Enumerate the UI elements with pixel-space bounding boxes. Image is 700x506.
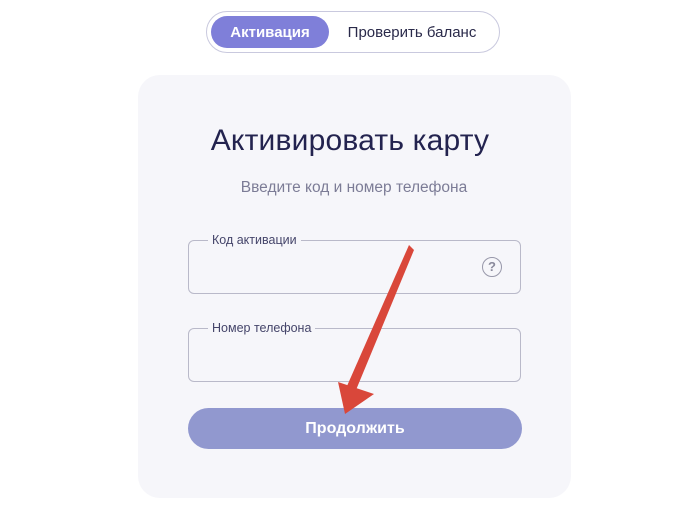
continue-button[interactable]: Продолжить [188,408,522,449]
activation-code-label: Код активации [208,232,301,248]
phone-number-input[interactable] [203,339,477,375]
phone-number-field: Номер телефона [188,320,521,382]
activation-code-field: Код активации ? [188,232,521,294]
card-subtitle: Введите код и номер телефона [240,179,468,196]
tab-activation[interactable]: Активация [211,16,329,48]
activation-page: Активация Проверить баланс Активировать … [0,0,700,506]
activation-code-input[interactable] [203,251,477,287]
question-circle-icon[interactable]: ? [482,257,502,277]
card-title: Активировать карту [210,124,490,157]
tab-check-balance[interactable]: Проверить баланс [329,16,495,48]
phone-number-label: Номер телефона [208,320,316,336]
mode-tabs: Активация Проверить баланс [206,11,500,53]
